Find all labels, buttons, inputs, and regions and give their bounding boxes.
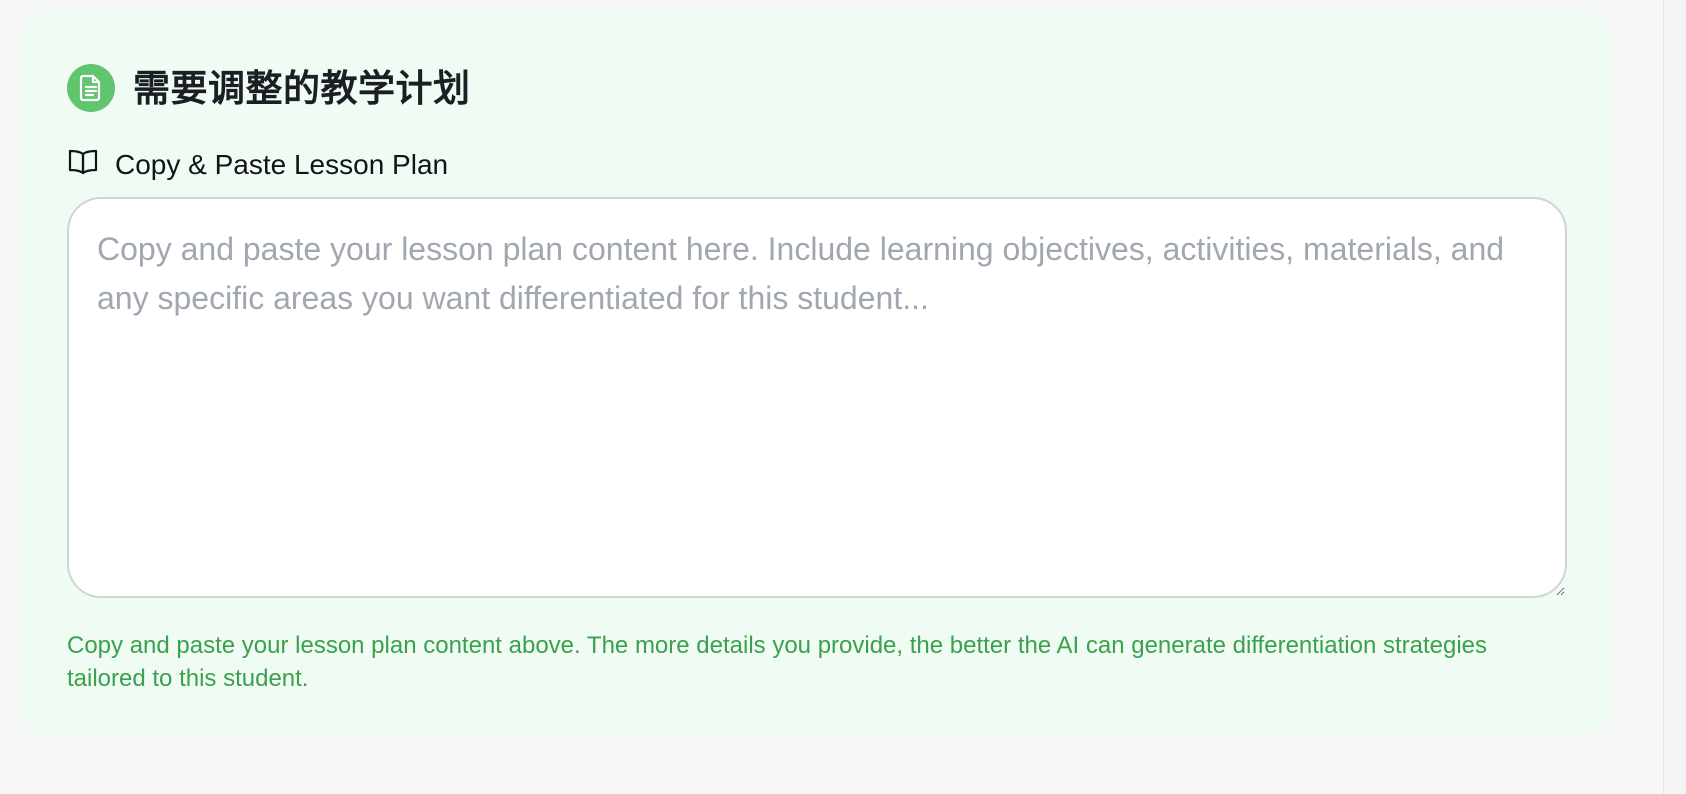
scrollbar-track[interactable] — [1663, 0, 1686, 794]
lesson-plan-textarea[interactable] — [67, 197, 1567, 598]
lesson-plan-helper-text: Copy and paste your lesson plan content … — [67, 632, 1488, 692]
lesson-plan-label: Copy & Paste Lesson Plan — [115, 148, 449, 180]
field-label-row: Copy & Paste Lesson Plan — [67, 148, 448, 181]
lesson-plan-field-wrapper — [67, 197, 1567, 598]
section-header: 需要调整的教学计划 — [67, 64, 471, 112]
section-title: 需要调整的教学计划 — [133, 67, 471, 109]
document-icon — [67, 64, 115, 112]
open-book-icon — [67, 148, 99, 181]
